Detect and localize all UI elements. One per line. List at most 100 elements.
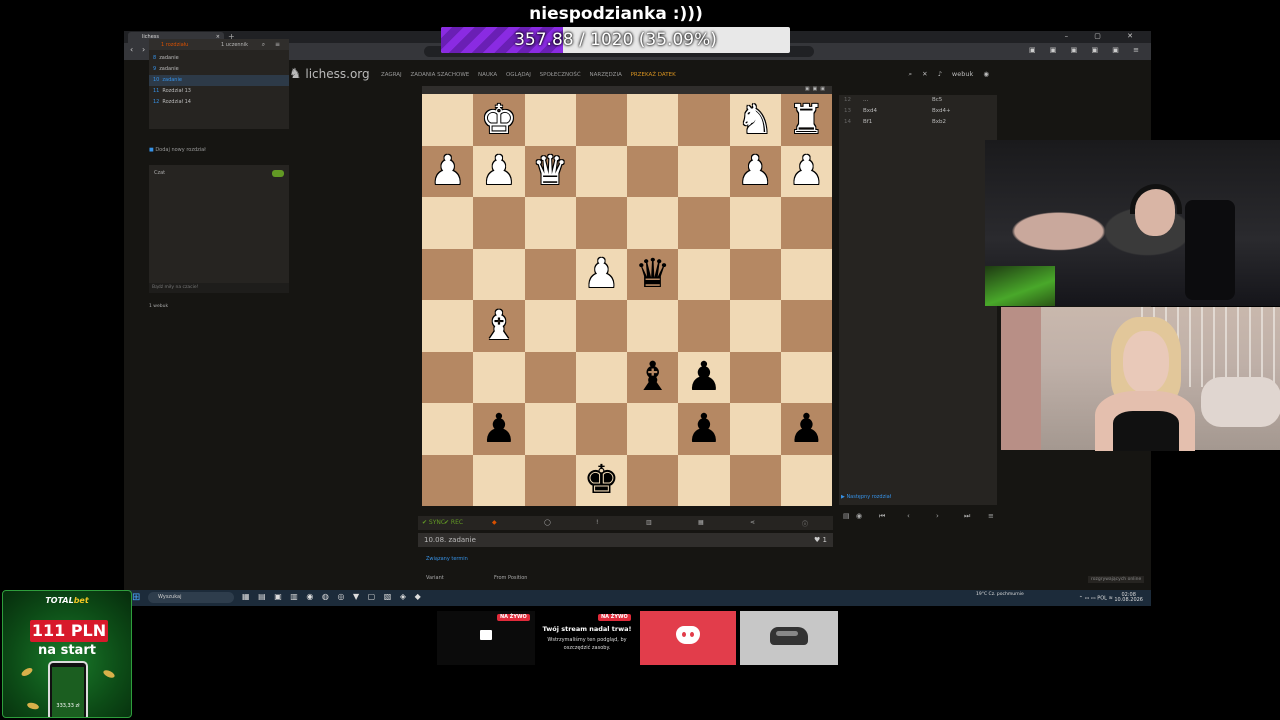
board-square[interactable] [575, 403, 627, 455]
board-square[interactable] [575, 94, 627, 146]
list-item-active[interactable]: 10 zadanie [149, 75, 289, 86]
like-button[interactable]: ♥ 1 [814, 533, 827, 547]
board-square[interactable] [627, 454, 679, 506]
first-move-icon[interactable]: ⏮ [879, 512, 885, 521]
white-pawn-icon[interactable]: ♟ [430, 151, 466, 191]
close-icon[interactable]: ✕ [922, 70, 927, 78]
board-square[interactable] [524, 454, 576, 506]
white-bishop-icon[interactable]: ♝ [481, 306, 517, 346]
board-square[interactable]: ♟ [422, 145, 474, 197]
share-icon[interactable]: ⋖ [750, 519, 755, 526]
nav-item[interactable]: NARZĘDZIA [590, 72, 622, 78]
sync-toggle[interactable]: ✔ SYNC [422, 519, 445, 526]
next-move-icon[interactable]: › [936, 512, 939, 520]
black-pawn-icon[interactable]: ♟ [788, 409, 824, 449]
white-knight-icon[interactable]: ♞ [737, 100, 773, 140]
board-square[interactable]: ♟ [678, 351, 730, 403]
nav-item[interactable]: ZADANIA SZACHOWE [410, 72, 469, 78]
glyph-icon[interactable]: ! [596, 519, 598, 526]
tab-chapters[interactable]: 1 rozdziału [161, 42, 188, 48]
board-square[interactable]: ♜ [780, 94, 832, 146]
board-square[interactable] [422, 351, 474, 403]
totalbet-ad[interactable]: TOTALbet 111 PLN na start 333,33 zł [2, 590, 132, 718]
chat-input[interactable]: Bądź miły na czacie! [149, 283, 289, 293]
black-king-icon[interactable]: ♚ [583, 460, 619, 500]
white-rook-icon[interactable]: ♜ [788, 100, 824, 140]
black-bishop-icon[interactable]: ♝ [635, 357, 671, 397]
comment-icon[interactable]: ◯ [544, 519, 551, 526]
move-row[interactable]: 12... Bc5 [839, 95, 997, 106]
board-square[interactable]: ♟ [473, 403, 525, 455]
taskbar-search[interactable]: Wyszukaj [148, 592, 234, 603]
prev-move-icon[interactable]: ‹ [907, 512, 910, 520]
tray-icons[interactable]: ⌃ ▭ ▭ [1079, 596, 1096, 602]
board-square[interactable] [627, 197, 679, 249]
white-pawn-icon[interactable]: ♟ [788, 151, 824, 191]
board-square[interactable] [524, 197, 576, 249]
board-square[interactable] [678, 300, 730, 352]
weather-widget[interactable]: 19°C Cz. pochmurnie [976, 592, 1024, 597]
board-square[interactable]: ♟ [575, 248, 627, 300]
search-icon[interactable]: ⌕ [908, 70, 912, 78]
white-queen-icon[interactable]: ♛ [532, 151, 568, 191]
extension-icons[interactable]: ▣ ▣ ▣ ▣ ▣ ≡ [1029, 46, 1145, 54]
move-white[interactable]: Bxd4 [863, 106, 877, 117]
study-tools-icons[interactable]: ⌕ ≡ [262, 41, 284, 49]
board-square[interactable] [422, 300, 474, 352]
board-square[interactable] [729, 197, 781, 249]
members-list[interactable]: 1 webuk [149, 304, 168, 309]
nav-item[interactable]: SPOŁECZNOŚĆ [540, 72, 581, 78]
board-tools-icons[interactable]: ▣▣▣ [805, 86, 828, 92]
back-icon[interactable]: ‹ [130, 45, 133, 54]
board-square[interactable] [627, 403, 679, 455]
next-chapter-link[interactable]: ▶ Następny rozdział [841, 494, 891, 500]
board-square[interactable] [780, 351, 832, 403]
windows-start-icon[interactable]: ⊞ [132, 592, 140, 603]
nav-item[interactable]: ZAGRAJ [381, 72, 402, 78]
rec-toggle[interactable]: ✔ REC [444, 519, 463, 526]
menu-icon[interactable]: ▤ [843, 512, 850, 520]
tab-members[interactable]: 1 uczennik [221, 42, 248, 48]
white-pawn-icon[interactable]: ♟ [481, 151, 517, 191]
board-square[interactable] [473, 351, 525, 403]
more-icon[interactable]: ≡ [988, 512, 994, 520]
board-square[interactable]: ♝ [627, 351, 679, 403]
board-square[interactable]: ♞ [729, 94, 781, 146]
board-square[interactable] [729, 248, 781, 300]
board-square[interactable] [780, 300, 832, 352]
board-square[interactable]: ♚ [575, 454, 627, 506]
board-square[interactable] [422, 197, 474, 249]
discord-widget[interactable] [640, 611, 736, 665]
board-square[interactable]: ♟ [780, 145, 832, 197]
board-square[interactable] [627, 145, 679, 197]
board-square[interactable] [729, 300, 781, 352]
board-square[interactable]: ♛ [627, 248, 679, 300]
move-white[interactable]: Bf1 [863, 117, 872, 128]
list-item[interactable]: 8 zadanie [149, 53, 289, 64]
nav-donate[interactable]: PRZEKAŻ DATEK [631, 72, 676, 78]
board-square[interactable] [422, 248, 474, 300]
board-square[interactable] [729, 351, 781, 403]
board-square[interactable] [473, 454, 525, 506]
board-square[interactable]: ♛ [524, 145, 576, 197]
board-square[interactable] [524, 351, 576, 403]
board-square[interactable]: ♟ [729, 145, 781, 197]
board-square[interactable] [422, 94, 474, 146]
lichess-logo[interactable]: ♞ lichess.org [289, 66, 370, 82]
board-square[interactable] [627, 300, 679, 352]
clock[interactable]: 02:08 10.08.2026 [1114, 593, 1143, 603]
board-square[interactable] [524, 300, 576, 352]
tag-icon[interactable]: ◆ [492, 519, 497, 526]
language-indicator[interactable]: POL [1097, 596, 1107, 602]
move-black[interactable]: Bc5 [932, 95, 942, 106]
black-pawn-icon[interactable]: ♟ [686, 409, 722, 449]
board-square[interactable] [524, 403, 576, 455]
board-grid[interactable]: ♚ ♞ ♜ ♟ ♟ ♛ ♟ ♟ ♟ ♛ ♝ ♝ ♟ ♟ ♟ ♟ ♚ [422, 94, 832, 506]
add-chapter-button[interactable]: Dodaj nowy rozdział [149, 147, 205, 153]
live-widget-screen[interactable]: NA ŻYWO [437, 611, 535, 665]
info-icon[interactable]: ⓘ [802, 519, 808, 528]
board-square[interactable] [780, 248, 832, 300]
list-item[interactable]: 12 Rozdział 14 [149, 97, 289, 108]
forward-icon[interactable]: › [142, 45, 145, 54]
board-square[interactable] [575, 300, 627, 352]
